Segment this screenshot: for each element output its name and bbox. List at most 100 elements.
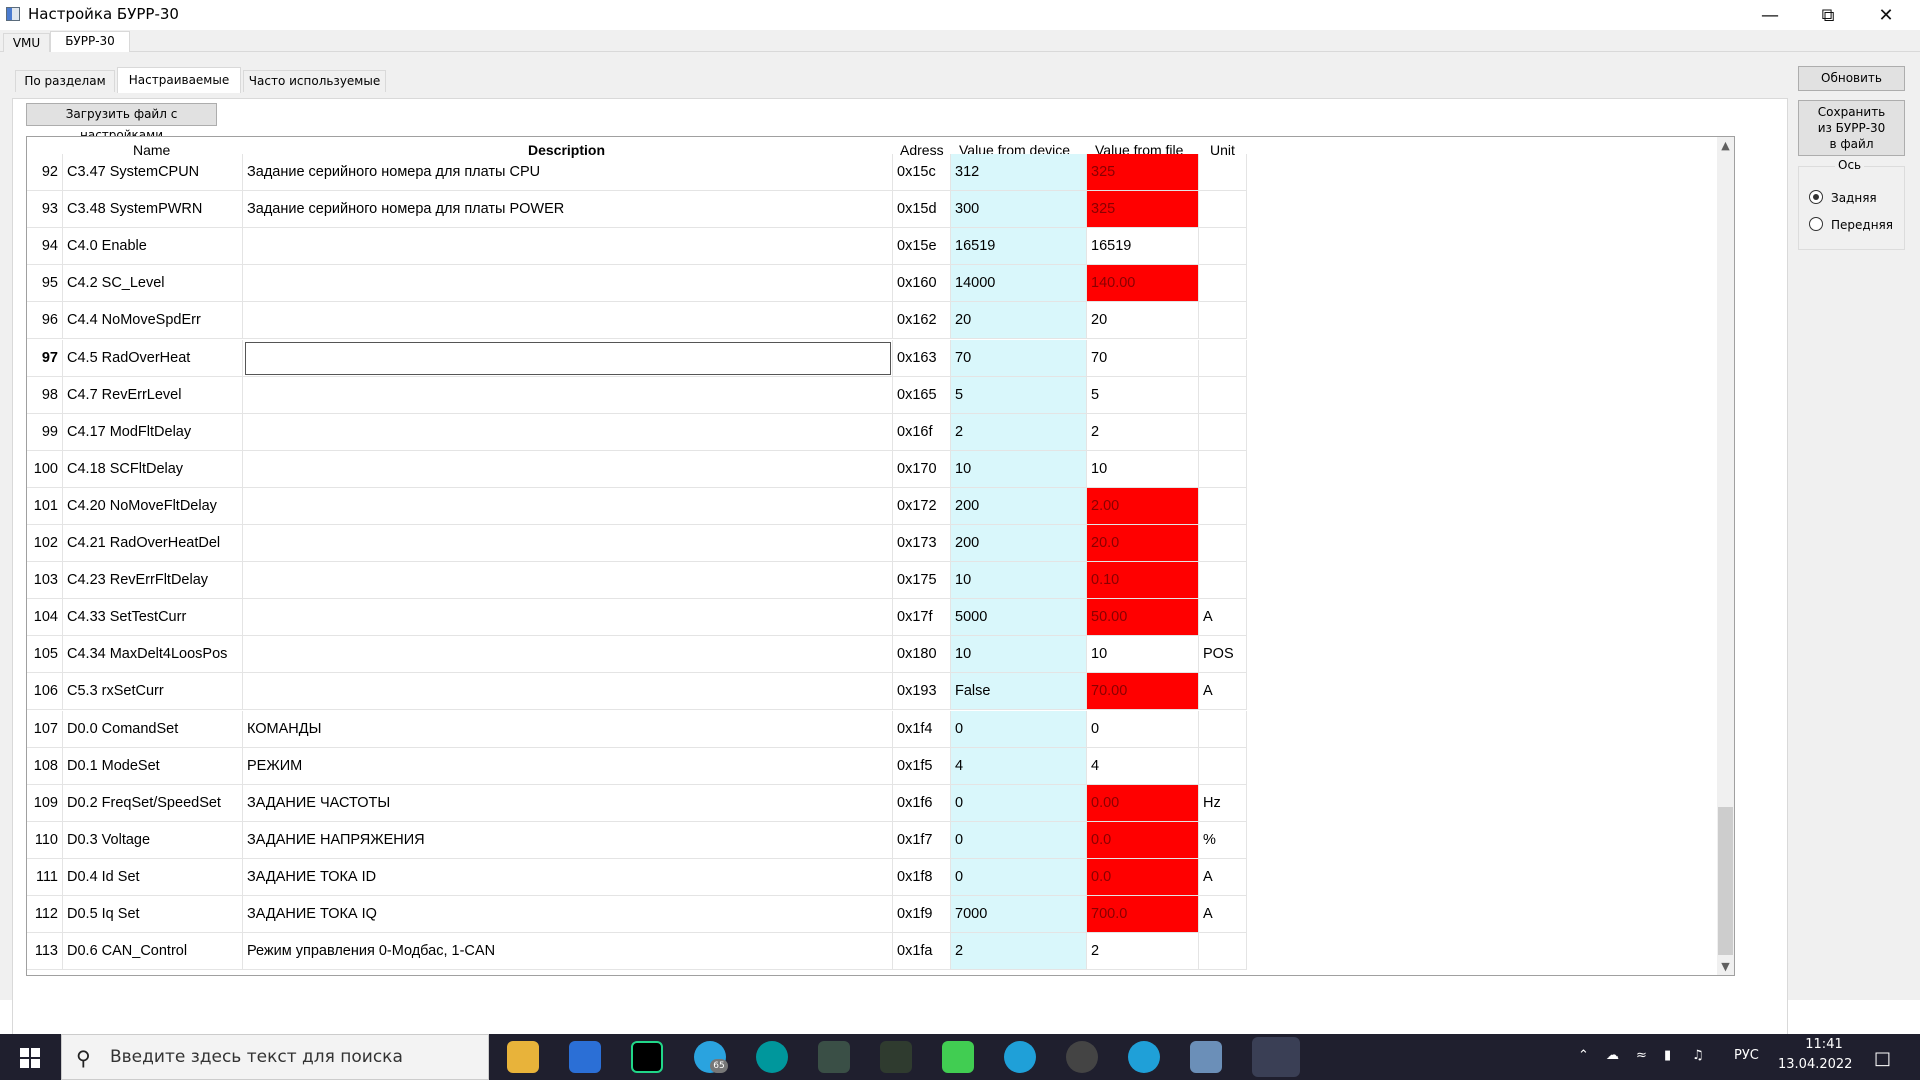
- name-cell[interactable]: C4.2 SC_Level: [63, 265, 243, 303]
- file-value-cell[interactable]: 0.10: [1087, 562, 1199, 600]
- axis-rear-radio[interactable]: [1809, 190, 1823, 204]
- unit-cell[interactable]: %: [1199, 821, 1247, 859]
- file-value-cell[interactable]: 325: [1087, 154, 1199, 191]
- device-value-cell[interactable]: 14000: [951, 265, 1087, 303]
- name-cell[interactable]: C4.34 MaxDelt4LoosPos: [63, 636, 243, 674]
- onedrive-icon[interactable]: ☁: [1606, 1048, 1619, 1063]
- tab-by-sections[interactable]: По разделам: [15, 70, 115, 92]
- file-value-cell[interactable]: 70.00: [1087, 673, 1199, 711]
- minimize-button[interactable]: —: [1742, 0, 1798, 30]
- unit-cell[interactable]: A: [1199, 599, 1247, 637]
- language-indicator[interactable]: РУС: [1734, 1048, 1759, 1063]
- unit-cell[interactable]: [1199, 525, 1247, 562]
- app-window-icon[interactable]: [569, 1041, 601, 1073]
- device-value-cell[interactable]: 20: [951, 302, 1087, 340]
- device-value-cell[interactable]: 10: [951, 562, 1087, 600]
- file-value-cell[interactable]: 0.0: [1087, 858, 1199, 896]
- name-cell[interactable]: D0.6 CAN_Control: [63, 933, 243, 971]
- unit-cell[interactable]: [1199, 450, 1247, 488]
- unit-cell[interactable]: POS: [1199, 636, 1247, 674]
- restore-button[interactable]: ⧉: [1800, 0, 1856, 30]
- scroll-thumb[interactable]: [1718, 807, 1733, 955]
- description-cell[interactable]: [243, 487, 893, 525]
- taskbar-search-box[interactable]: ⚲ Введите здесь текст для поиска: [61, 1034, 489, 1080]
- file-value-cell[interactable]: 50.00: [1087, 599, 1199, 637]
- unit-cell[interactable]: [1199, 265, 1247, 303]
- address-cell[interactable]: 0x172: [893, 487, 951, 525]
- device-value-cell[interactable]: 5: [951, 376, 1087, 414]
- table-row[interactable]: 112 D0.5 Iq Set ЗАДАНИЕ ТОКА IQ 0x1f9 7000 70…: [27, 896, 1247, 933]
- description-cell[interactable]: [243, 450, 893, 488]
- edge-dev-icon[interactable]: [1128, 1041, 1160, 1073]
- table-row[interactable]: 92 C3.47 SystemCPUN Задание серийного номе…: [27, 154, 1247, 191]
- windows-start-icon[interactable]: [20, 1048, 40, 1068]
- file-value-cell[interactable]: 20.0: [1087, 525, 1199, 562]
- file-value-cell[interactable]: 2: [1087, 413, 1199, 451]
- address-cell[interactable]: 0x165: [893, 376, 951, 414]
- name-cell[interactable]: C4.0 Enable: [63, 228, 243, 266]
- table-row[interactable]: 97 C4.5 RadOverHeat 0x163 70 70: [27, 339, 1247, 377]
- description-cell[interactable]: КОМАНДЫ: [243, 710, 893, 748]
- device-value-cell[interactable]: 10: [951, 450, 1087, 488]
- device-value-cell[interactable]: 16519: [951, 228, 1087, 266]
- table-row[interactable]: 95 C4.2 SC_Level 0x160 14000 140.00: [27, 265, 1247, 303]
- device-value-cell[interactable]: 70: [951, 339, 1087, 377]
- device-value-cell[interactable]: 2: [951, 933, 1087, 971]
- name-cell[interactable]: D0.3 Voltage: [63, 821, 243, 859]
- file-explorer-icon[interactable]: [507, 1041, 539, 1073]
- close-button[interactable]: ✕: [1858, 0, 1914, 30]
- edge-icon[interactable]: [1004, 1041, 1036, 1073]
- unit-cell[interactable]: [1199, 413, 1247, 451]
- unit-cell[interactable]: [1199, 228, 1247, 266]
- address-cell[interactable]: 0x1f6: [893, 784, 951, 822]
- name-cell[interactable]: C4.18 SCFltDelay: [63, 450, 243, 488]
- description-cell[interactable]: [243, 302, 893, 340]
- table-row[interactable]: 102 C4.21 RadOverHeatDel 0x173 200 20.0: [27, 525, 1247, 562]
- file-value-cell[interactable]: 70: [1087, 339, 1199, 377]
- address-cell[interactable]: 0x16f: [893, 413, 951, 451]
- name-cell[interactable]: C3.48 SystemPWRN: [63, 191, 243, 229]
- clock-date[interactable]: 13.04.2022: [1778, 1057, 1852, 1072]
- description-cell[interactable]: [243, 562, 893, 600]
- description-cell[interactable]: [243, 413, 893, 451]
- unit-cell[interactable]: [1199, 933, 1247, 971]
- description-cell[interactable]: [243, 636, 893, 674]
- table-row[interactable]: 105 C4.34 MaxDelt4LoosPos 0x180 10 10 POS: [27, 636, 1247, 674]
- device-value-cell[interactable]: 0: [951, 858, 1087, 896]
- description-cell[interactable]: Задание серийного номера для платы CPU: [243, 154, 893, 191]
- name-cell[interactable]: C4.5 RadOverHeat: [63, 339, 243, 377]
- table-row[interactable]: 110 D0.3 Voltage ЗАДАНИЕ НАПРЯЖЕНИЯ 0x1f7 0 0…: [27, 821, 1247, 859]
- tray-chevron-icon[interactable]: ⌃: [1578, 1048, 1589, 1063]
- device-value-cell[interactable]: 10: [951, 636, 1087, 674]
- address-cell[interactable]: 0x160: [893, 265, 951, 303]
- unit-cell[interactable]: A: [1199, 896, 1247, 933]
- notifications-icon[interactable]: □: [1874, 1048, 1891, 1069]
- address-cell[interactable]: 0x170: [893, 450, 951, 488]
- table-row[interactable]: 108 D0.1 ModeSet РЕЖИМ 0x1f5 4 4: [27, 747, 1247, 785]
- file-value-cell[interactable]: 10: [1087, 636, 1199, 674]
- vertical-scrollbar[interactable]: ▲ ▼: [1717, 137, 1734, 975]
- address-cell[interactable]: 0x1f9: [893, 896, 951, 933]
- device-value-cell[interactable]: 7000: [951, 896, 1087, 933]
- wifi-icon[interactable]: ≈: [1636, 1048, 1647, 1063]
- device-value-cell[interactable]: 0: [951, 821, 1087, 859]
- unit-cell[interactable]: [1199, 747, 1247, 785]
- volume-icon[interactable]: ♫: [1692, 1048, 1704, 1063]
- unit-cell[interactable]: [1199, 562, 1247, 600]
- device-value-cell[interactable]: 0: [951, 784, 1087, 822]
- name-cell[interactable]: C4.23 RevErrFltDelay: [63, 562, 243, 600]
- name-cell[interactable]: C4.21 RadOverHeatDel: [63, 525, 243, 562]
- unit-cell[interactable]: [1199, 191, 1247, 229]
- file-value-cell[interactable]: 0: [1087, 710, 1199, 748]
- table-row[interactable]: 93 C3.48 SystemPWRN Задание серийного номе…: [27, 191, 1247, 229]
- address-cell[interactable]: 0x175: [893, 562, 951, 600]
- file-value-cell[interactable]: 4: [1087, 747, 1199, 785]
- axis-front-radio[interactable]: [1809, 217, 1823, 231]
- device-value-cell[interactable]: 4: [951, 747, 1087, 785]
- address-cell[interactable]: 0x1f8: [893, 858, 951, 896]
- name-cell[interactable]: D0.5 Iq Set: [63, 896, 243, 933]
- table-row[interactable]: 94 C4.0 Enable 0x15e 16519 16519: [27, 228, 1247, 266]
- table-row[interactable]: 113 D0.6 CAN_Control Режим управления 0-Мо…: [27, 933, 1247, 971]
- description-cell[interactable]: ЗАДАНИЕ ТОКА IQ: [243, 896, 893, 933]
- description-cell[interactable]: ЗАДАНИЕ НАПРЯЖЕНИЯ: [243, 821, 893, 859]
